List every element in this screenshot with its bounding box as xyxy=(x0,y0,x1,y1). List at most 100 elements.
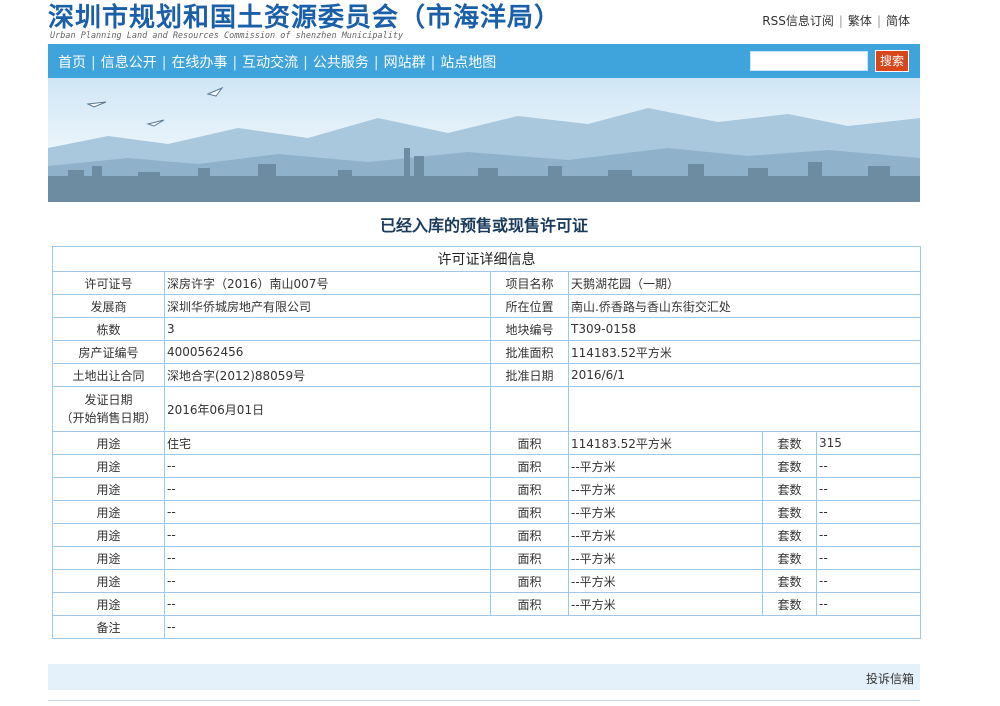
usage-value: -- xyxy=(164,500,491,524)
issue-date-label: 发证日期 （开始销售日期） xyxy=(52,386,165,432)
usage-value: -- xyxy=(164,477,491,501)
units-label: 套数 xyxy=(762,523,817,547)
nav-item-sites[interactable]: 网站群 xyxy=(384,55,426,71)
divider: | xyxy=(161,55,167,71)
approved-area-value: 114183.52平方米 xyxy=(567,340,922,364)
area-value: --平方米 xyxy=(568,592,763,616)
units-value: -- xyxy=(815,523,922,547)
units-label: 套数 xyxy=(762,546,817,570)
cert-label: 房产证编号 xyxy=(52,340,165,364)
area-value: --平方米 xyxy=(568,454,763,478)
approved-date-value: 2016/6/1 xyxy=(567,363,922,387)
usage-value: -- xyxy=(164,546,491,570)
usage-value: -- xyxy=(164,569,491,593)
units-value: -- xyxy=(815,477,922,501)
permit-no-value: 深房许字（2016）南山007号 xyxy=(164,271,491,295)
usage-value: -- xyxy=(164,592,491,616)
issue-date-value: 2016年06月01日 xyxy=(164,386,491,432)
site-title[interactable]: 深圳市规划和国土资源委员会（市海洋局） xyxy=(48,0,561,34)
banner-image xyxy=(48,78,920,202)
cert-value: 4000562456 xyxy=(164,340,491,364)
footer-bar: 投诉信箱 xyxy=(48,664,920,690)
units-label: 套数 xyxy=(762,500,817,524)
contract-label: 土地出让合同 xyxy=(52,363,165,387)
usage-row: 用途 -- 面积 --平方米 套数 -- xyxy=(52,500,922,524)
contract-value: 深地合字(2012)88059号 xyxy=(164,363,491,387)
divider xyxy=(48,700,920,701)
remarks-row: 备注 -- xyxy=(52,615,922,639)
table-row: 许可证号 深房许字（2016）南山007号 项目名称 天鹅湖花园（一期） xyxy=(52,271,922,295)
table-row: 土地出让合同 深地合字(2012)88059号 批准日期 2016/6/1 xyxy=(52,363,922,387)
usage-label: 用途 xyxy=(52,592,165,616)
area-label: 面积 xyxy=(490,592,569,616)
nav-item-info[interactable]: 信息公开 xyxy=(101,55,157,71)
usage-value: -- xyxy=(164,454,491,478)
developer-label: 发展商 xyxy=(52,294,165,318)
area-label: 面积 xyxy=(490,523,569,547)
divider: | xyxy=(303,55,308,71)
nav-item-online[interactable]: 在线办事 xyxy=(171,55,227,71)
area-label: 面积 xyxy=(490,569,569,593)
units-value: -- xyxy=(815,569,922,593)
area-label: 面积 xyxy=(490,500,569,524)
buildings-value: 3 xyxy=(164,317,491,341)
city-skyline-illustration xyxy=(48,78,920,202)
usage-label: 用途 xyxy=(52,569,165,593)
buildings-label: 栋数 xyxy=(52,317,165,341)
usage-row: 用途 -- 面积 --平方米 套数 -- xyxy=(52,546,922,570)
units-value: -- xyxy=(815,500,922,524)
location-label: 所在位置 xyxy=(490,294,569,318)
usage-label: 用途 xyxy=(52,546,165,570)
table-caption-row: 许可证详细信息 xyxy=(51,246,922,272)
issue-date-label-line2: （开始销售日期） xyxy=(60,411,157,425)
divider: | xyxy=(838,14,843,28)
area-label: 面积 xyxy=(490,431,569,455)
area-label: 面积 xyxy=(490,546,569,570)
empty-cell xyxy=(490,386,569,432)
usage-value: 住宅 xyxy=(164,431,491,455)
approved-date-label: 批准日期 xyxy=(490,363,569,387)
table-row: 发展商 深圳华侨城房地产有限公司 所在位置 南山.侨香路与香山东街交汇处 xyxy=(52,294,922,318)
project-value: 天鹅湖花园（一期） xyxy=(567,271,922,295)
main-nav: 首页 | 信息公开 | 在线办事 | 互动交流 | 公共服务 | 网站群 | 站点地图 搜索 xyxy=(48,44,920,78)
site-subtitle: Urban Planning Land and Resources Commis… xyxy=(50,31,404,41)
divider: | xyxy=(430,55,436,71)
permit-detail-table: 许可证详细信息 许可证号 深房许字（2016）南山007号 项目名称 天鹅湖花园… xyxy=(51,246,922,639)
area-value: --平方米 xyxy=(568,500,763,524)
divider: | xyxy=(876,14,881,28)
issue-date-label-line1: 发证日期 xyxy=(84,393,133,407)
search-button[interactable]: 搜索 xyxy=(875,50,909,72)
table-caption: 许可证详细信息 xyxy=(51,246,922,272)
page-title: 已经入库的预售或现售许可证 xyxy=(379,216,588,235)
units-label: 套数 xyxy=(762,569,817,593)
units-label: 套数 xyxy=(762,477,817,501)
nav-item-sitemap[interactable]: 站点地图 xyxy=(440,55,496,71)
rss-link[interactable]: RSS信息订阅 xyxy=(762,14,834,28)
remarks-value: -- xyxy=(163,615,922,639)
parcel-value: T309-0158 xyxy=(567,317,922,341)
page-container: 深圳市规划和国土资源委员会（市海洋局） Urban Planning Land … xyxy=(48,0,922,701)
units-value: -- xyxy=(815,454,922,478)
nav-item-home[interactable]: 首页 xyxy=(58,55,86,71)
table-row: 房产证编号 4000562456 批准面积 114183.52平方米 xyxy=(52,340,922,364)
units-label: 套数 xyxy=(762,454,817,478)
simplified-link[interactable]: 简体 xyxy=(886,14,910,28)
area-value: 114183.52平方米 xyxy=(568,431,763,455)
usage-rows: 用途 住宅 面积 114183.52平方米 套数 315 用途 -- 面积 --平方米 套数 -- 用途… xyxy=(52,431,922,616)
nav-item-interact[interactable]: 互动交流 xyxy=(242,55,298,71)
location-value: 南山.侨香路与香山东街交汇处 xyxy=(567,294,922,318)
usage-row: 用途 -- 面积 --平方米 套数 -- xyxy=(52,477,922,501)
units-label: 套数 xyxy=(762,431,817,455)
usage-row: 用途 -- 面积 --平方米 套数 -- xyxy=(52,454,922,478)
area-value: --平方米 xyxy=(568,523,763,547)
remarks-label: 备注 xyxy=(52,615,165,639)
traditional-link[interactable]: 繁体 xyxy=(848,14,872,28)
usage-row: 用途 -- 面积 --平方米 套数 -- xyxy=(52,592,922,616)
complaint-link[interactable]: 投诉信箱 xyxy=(866,670,914,687)
table-row: 发证日期 （开始销售日期） 2016年06月01日 xyxy=(52,386,922,432)
units-value: -- xyxy=(815,592,922,616)
search-input[interactable] xyxy=(750,51,868,71)
developer-value: 深圳华侨城房地产有限公司 xyxy=(164,294,491,318)
nav-item-service[interactable]: 公共服务 xyxy=(313,55,369,71)
table-row: 栋数 3 地块编号 T309-0158 xyxy=(52,317,922,341)
